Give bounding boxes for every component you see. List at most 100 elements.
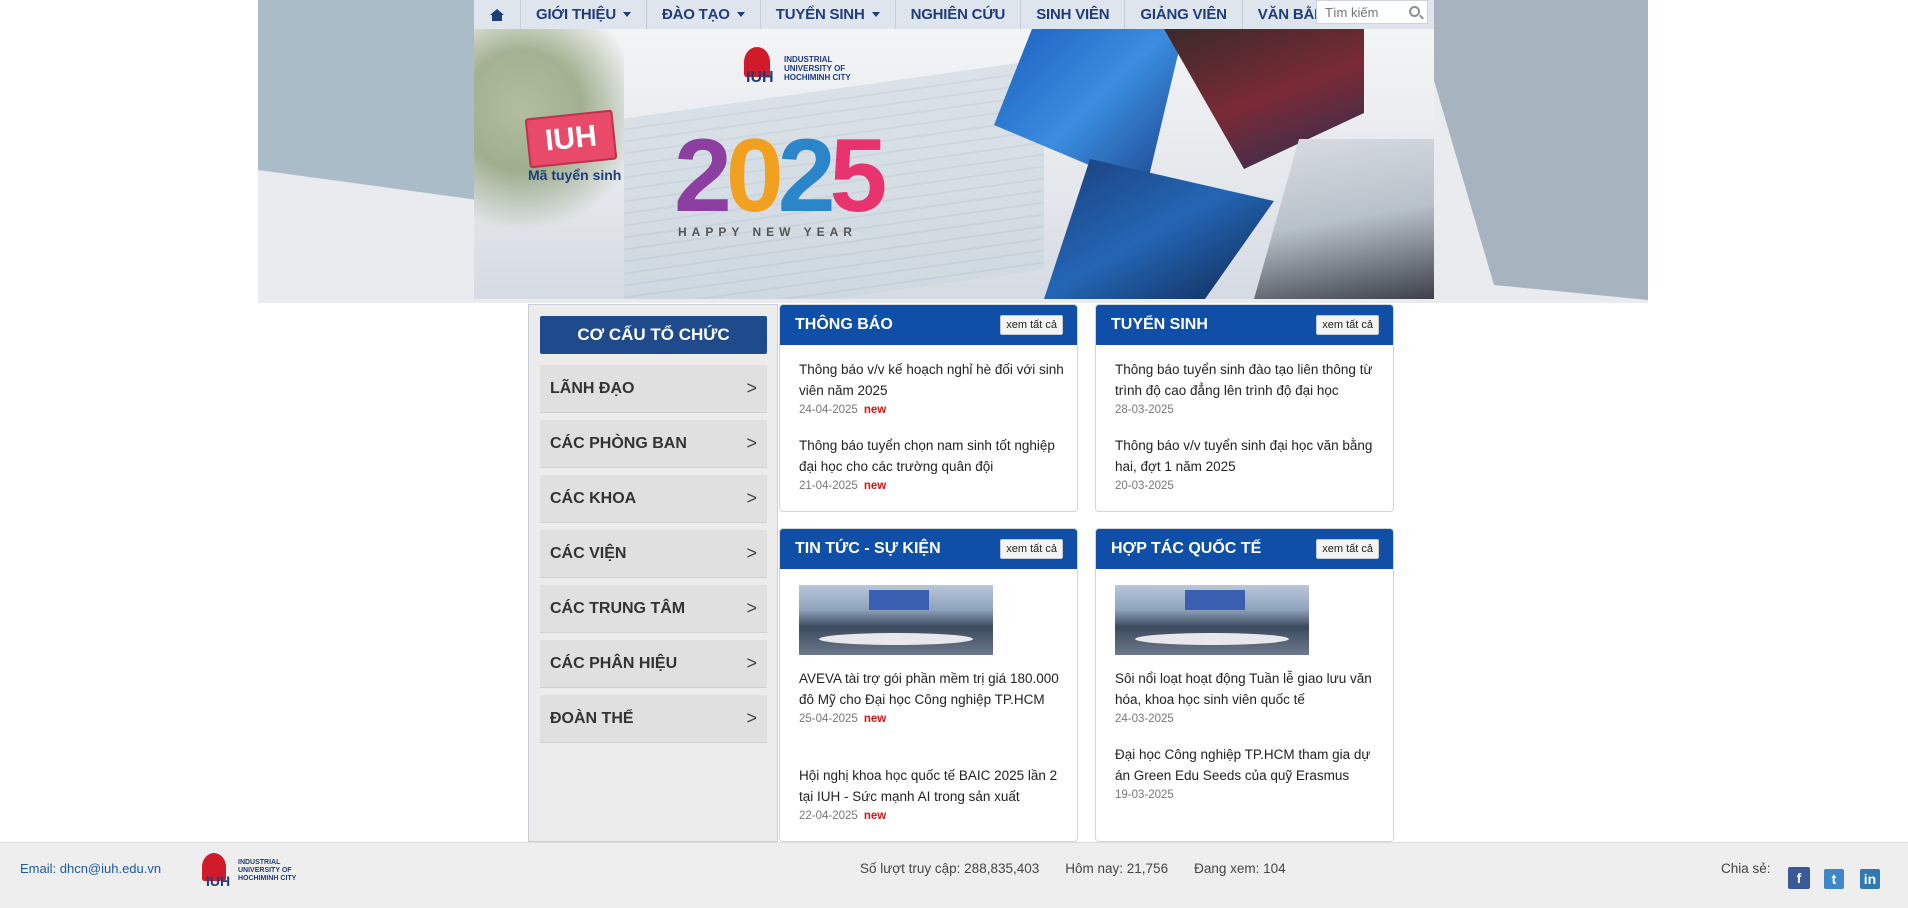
sidebar-item-phong-ban[interactable]: CÁC PHÒNG BAN > (540, 420, 767, 468)
nav-home-button[interactable] (474, 0, 521, 29)
news-thumbnail[interactable] (1115, 585, 1309, 655)
banner-logo-text: INDUSTRIAL UNIVERSITY OF HOCHIMINH CITY (784, 55, 851, 82)
post-title[interactable]: Thông báo v/v tuyển sinh đại học văn bằn… (1115, 435, 1383, 477)
year-digit: 0 (725, 118, 784, 234)
hero-banner[interactable]: IUH Mã tuyển sinh INDUSTRIAL UNIVERSITY … (474, 29, 1434, 299)
list-item[interactable]: Đại học Công nghiệp TP.HCM tham gia dự á… (1115, 744, 1383, 801)
nav-label: GIẢNG VIÊN (1140, 6, 1227, 23)
panel-title: TIN TỨC - SỰ KIỆN (795, 540, 941, 557)
nav-label: GIỚI THIỆU (536, 6, 616, 23)
sidebar-item-label: CÁC KHOA (550, 489, 637, 507)
nav-item-dao-tao[interactable]: ĐÀO TẠO (647, 0, 761, 29)
sidebar-title: CƠ CẤU TỔ CHỨC (540, 316, 767, 354)
iuh-logo-icon (196, 851, 236, 891)
panel-tin-tuc-su-kien: TIN TỨC - SỰ KIỆN xem tất cả AVEVA tài t… (779, 528, 1078, 842)
panel-title: TUYỂN SINH (1111, 316, 1208, 333)
sidebar-item-label: CÁC PHÂN HIỆU (550, 654, 678, 672)
logo-line: HOCHIMINH CITY (784, 72, 851, 82)
list-item[interactable]: Thông báo v/v tuyển sinh đại học văn bằn… (1115, 435, 1383, 492)
sidebar-item-trung-tam[interactable]: CÁC TRUNG TÂM > (540, 585, 767, 633)
see-all-button[interactable]: xem tất cả (1316, 315, 1379, 335)
post-title[interactable]: Đại học Công nghiệp TP.HCM tham gia dự á… (1115, 744, 1383, 786)
header-bg-right (1428, 0, 1648, 300)
chevron-right-icon: > (746, 653, 757, 673)
footer-stats: Số lượt truy cập: 288,835,403 Hôm nay: 2… (860, 861, 1286, 876)
sidebar-item-label: CÁC TRUNG TÂM (550, 599, 686, 617)
nav-item-gioi-thieu[interactable]: GIỚI THIỆU (521, 0, 647, 29)
sidebar-item-khoa[interactable]: CÁC KHOA > (540, 475, 767, 523)
thumbnail-table (1135, 633, 1289, 645)
post-meta: 25-04-2025 new (799, 713, 1067, 725)
header-bg-left (258, 0, 478, 200)
post-date: 28-03-2025 (1115, 404, 1174, 416)
post-date: 20-03-2025 (1115, 480, 1174, 492)
footer-logo-text: INDUSTRIAL UNIVERSITY OF HOCHIMINH CITY (238, 859, 296, 883)
year-digit: 5 (829, 118, 888, 234)
post-meta: 21-04-2025 new (799, 480, 1067, 492)
post-meta: 19-03-2025 (1115, 789, 1383, 801)
banner-photo-building (1044, 159, 1274, 299)
post-title[interactable]: AVEVA tài trợ gói phần mềm trị giá 180.0… (799, 668, 1067, 710)
search-input[interactable] (1325, 4, 1405, 20)
list-item[interactable]: Thông báo v/v kế hoạch nghỉ hè đối với s… (799, 359, 1067, 416)
panel-header: THÔNG BÁO xem tất cả (780, 305, 1077, 345)
list-item[interactable]: Sôi nổi loạt hoạt động Tuần lễ giao lưu … (1115, 668, 1383, 725)
post-meta: 22-04-2025 new (799, 810, 1067, 822)
news-thumbnail[interactable] (799, 585, 993, 655)
post-title[interactable]: Thông báo tuyển chọn nam sinh tốt nghiệp… (799, 435, 1067, 477)
nav-item-sinh-vien[interactable]: SINH VIÊN (1021, 0, 1126, 29)
nav-label: TUYỂN SINH (775, 6, 865, 23)
chevron-right-icon: > (746, 378, 757, 398)
post-title[interactable]: Thông báo v/v kế hoạch nghỉ hè đối với s… (799, 359, 1067, 401)
post-title[interactable]: Thông báo tuyển sinh đào tạo liên thông … (1115, 359, 1383, 401)
list-item[interactable]: Thông báo tuyển chọn nam sinh tốt nghiệp… (799, 435, 1067, 492)
footer-email-link[interactable]: Email: dhcn@iuh.edu.vn (20, 861, 161, 876)
sidebar-item-phan-hieu[interactable]: CÁC PHÂN HIỆU > (540, 640, 767, 688)
facebook-icon[interactable]: f (1788, 867, 1810, 889)
post-meta: 28-03-2025 (1115, 404, 1383, 416)
list-item[interactable]: AVEVA tài trợ gói phần mềm trị giá 180.0… (799, 668, 1067, 725)
nav-item-nghien-cuu[interactable]: NGHIÊN CỨU (896, 0, 1022, 29)
twitter-icon[interactable]: t (1824, 869, 1844, 889)
logo-line: INDUSTRIAL (238, 859, 281, 866)
iuh-logo-icon (734, 47, 780, 89)
search-icon[interactable] (1409, 6, 1420, 17)
banner-greeting: HAPPY NEW YEAR (678, 225, 857, 239)
today-count: Hôm nay: 21,756 (1065, 861, 1169, 876)
caret-down-icon (871, 12, 880, 17)
list-item[interactable]: Hội nghị khoa học quốc tế BAIC 2025 lần … (799, 765, 1067, 822)
panel-hop-tac-quoc-te: HỢP TÁC QUỐC TẾ xem tất cả Sôi nổi loạt … (1095, 528, 1394, 842)
new-badge: new (863, 404, 887, 416)
post-date: 24-04-2025 (799, 404, 858, 416)
nav-item-giang-vien[interactable]: GIẢNG VIÊN (1125, 0, 1243, 29)
see-all-button[interactable]: xem tất cả (1316, 539, 1379, 559)
panel-tuyen-sinh: TUYỂN SINH xem tất cả Thông báo tuyển si… (1095, 304, 1394, 512)
see-all-button[interactable]: xem tất cả (1000, 539, 1063, 559)
panel-header: TUYỂN SINH xem tất cả (1096, 305, 1393, 345)
list-item[interactable]: Thông báo tuyển sinh đào tạo liên thông … (1115, 359, 1383, 416)
post-title[interactable]: Hội nghị khoa học quốc tế BAIC 2025 lần … (799, 765, 1067, 807)
sidebar-item-doan-the[interactable]: ĐOÀN THỂ > (540, 695, 767, 743)
banner-year: 2025 (674, 117, 888, 236)
post-date: 21-04-2025 (799, 480, 858, 492)
sidebar-item-label: LÃNH ĐẠO (550, 379, 635, 397)
sidebar-item-vien[interactable]: CÁC VIỆN > (540, 530, 767, 578)
caret-down-icon (736, 12, 745, 17)
banner-iuh-sign: IUH (524, 109, 618, 169)
new-badge: new (863, 480, 887, 492)
see-all-button[interactable]: xem tất cả (1000, 315, 1063, 335)
nav-label: ĐÀO TẠO (661, 6, 730, 23)
nav-item-tuyen-sinh[interactable]: TUYỂN SINH (761, 0, 896, 29)
home-icon (490, 8, 504, 21)
linkedin-icon[interactable]: in (1860, 869, 1880, 889)
panel-header: HỢP TÁC QUỐC TẾ xem tất cả (1096, 529, 1393, 569)
sidebar-item-lanh-dao[interactable]: LÃNH ĐẠO > (540, 365, 767, 413)
logo-line: UNIVERSITY OF (784, 63, 846, 73)
org-structure-sidebar: CƠ CẤU TỔ CHỨC LÃNH ĐẠO > CÁC PHÒNG BAN > … (528, 304, 778, 842)
panel-title: HỢP TÁC QUỐC TẾ (1111, 540, 1262, 557)
post-title[interactable]: Sôi nổi loạt hoạt động Tuần lễ giao lưu … (1115, 668, 1383, 710)
post-meta: 24-03-2025 (1115, 713, 1383, 725)
sidebar-item-label: CÁC VIỆN (550, 544, 627, 562)
caret-down-icon (622, 12, 631, 17)
site-footer: Email: dhcn@iuh.edu.vn INDUSTRIAL UNIVER… (0, 842, 1908, 908)
